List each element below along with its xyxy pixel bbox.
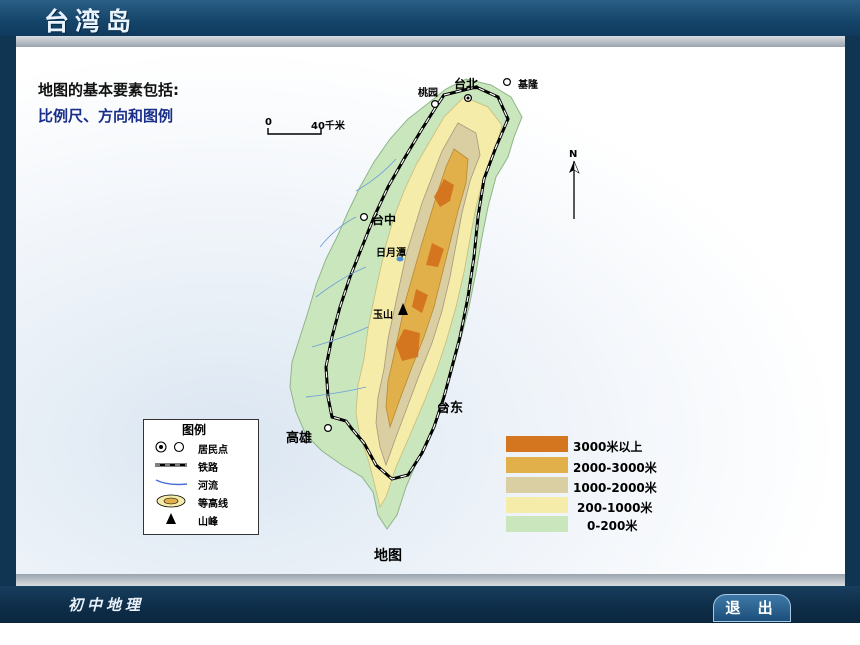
slide-frame: 台湾岛 地图的基本要素包括: 比例尺、方向和图例 0 40千米 N 桃园 台北 … bbox=[0, 0, 860, 645]
elevation-swatch bbox=[506, 477, 568, 493]
elevation-label: 200-1000米 bbox=[577, 501, 653, 515]
exit-button[interactable]: 退 出 bbox=[713, 594, 791, 622]
right-border bbox=[845, 36, 860, 596]
label-yushan: 玉山 bbox=[373, 310, 393, 321]
label-taoyuan: 桃园 bbox=[418, 88, 438, 99]
label-taipei: 台北 bbox=[454, 77, 479, 91]
label-taichung: 台中 bbox=[372, 213, 397, 227]
contour-icon bbox=[156, 494, 186, 508]
label-sunmoonlake: 日月潭 bbox=[376, 248, 406, 259]
course-title: 初中地理 bbox=[68, 596, 145, 614]
legend-item-label: 河流 bbox=[198, 481, 218, 492]
label-kaohsiung: 高雄 bbox=[286, 431, 313, 446]
north-arrow-icon bbox=[569, 160, 580, 219]
peak-icon bbox=[166, 513, 176, 524]
legend-title: 图例 bbox=[182, 423, 207, 437]
bottom-divider bbox=[16, 574, 845, 586]
elevation-label: 0-200米 bbox=[587, 519, 638, 533]
slide-title: 台湾岛 bbox=[44, 7, 138, 36]
river-icon bbox=[155, 479, 188, 486]
intro-highlight: 比例尺、方向和图例 bbox=[38, 107, 174, 125]
legend-item-label: 居民点 bbox=[198, 445, 228, 456]
header-bar: 台湾岛 bbox=[0, 0, 860, 36]
legend-item-label: 等高线 bbox=[198, 499, 228, 510]
label-keelung: 基隆 bbox=[518, 80, 538, 91]
settlement-icon bbox=[155, 441, 185, 453]
elevation-label: 1000-2000米 bbox=[573, 481, 657, 495]
railway-icon bbox=[155, 463, 187, 467]
left-border bbox=[0, 36, 16, 596]
content-area: 地图的基本要素包括: 比例尺、方向和图例 0 40千米 N 桃园 台北 基隆 台… bbox=[16, 47, 845, 574]
elevation-swatch bbox=[506, 457, 568, 473]
elevation-swatch bbox=[506, 516, 568, 532]
label-taitung: 台东 bbox=[437, 401, 464, 416]
map-caption: 地图 bbox=[374, 548, 402, 564]
elevation-label: 2000-3000米 bbox=[573, 461, 657, 475]
intro-text: 地图的基本要素包括: bbox=[38, 81, 179, 99]
legend-item-label: 铁路 bbox=[198, 463, 218, 474]
elevation-label: 3000米以上 bbox=[573, 440, 643, 454]
top-divider bbox=[16, 36, 845, 47]
page-bottom-margin bbox=[0, 623, 860, 645]
elevation-swatch bbox=[506, 436, 568, 452]
legend-item-label: 山峰 bbox=[198, 517, 218, 528]
elevation-swatch bbox=[506, 497, 568, 513]
map-legend: 图例 居民点 铁路 河流 等高线 山峰 bbox=[143, 419, 259, 535]
